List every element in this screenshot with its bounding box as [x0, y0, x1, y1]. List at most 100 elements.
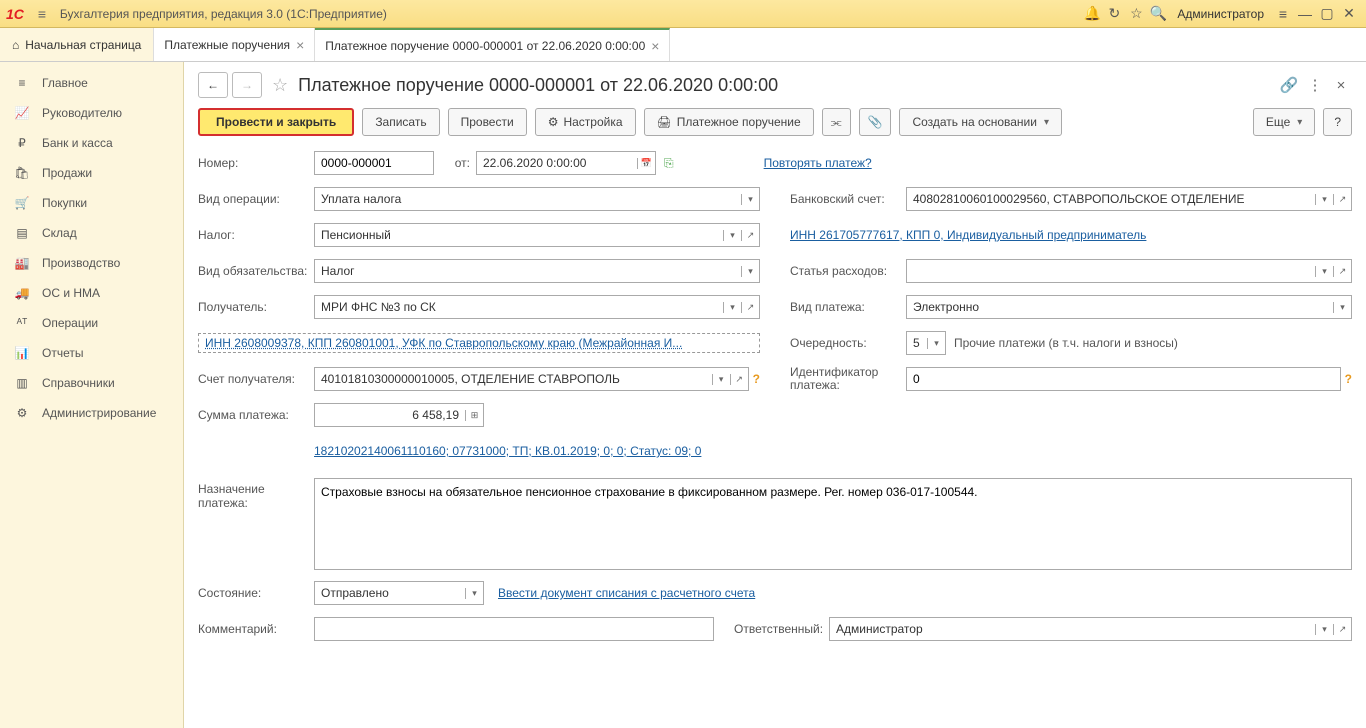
op-type-label: Вид операции:: [198, 192, 314, 206]
link-icon[interactable]: 🔗: [1278, 76, 1300, 94]
sidebar-item-label: Склад: [42, 226, 77, 240]
sidebar-item[interactable]: 📈Руководителю: [0, 98, 183, 128]
priority-text: Прочие платежи (в т.ч. налоги и взносы): [954, 336, 1178, 350]
close-icon[interactable]: ×: [296, 37, 304, 53]
sidebar-item[interactable]: 🛒 Покупки: [0, 188, 183, 218]
sidebar-item[interactable]: 📊Отчеты: [0, 338, 183, 368]
sidebar-item[interactable]: 🛍Продажи: [0, 158, 183, 188]
sidebar-item[interactable]: ᴬᵀ Операции: [0, 308, 183, 338]
state-select[interactable]: Отправлено▾: [314, 581, 484, 605]
pay-id-label: Идентификатор платежа:: [790, 366, 906, 392]
pay-id-input[interactable]: [906, 367, 1341, 391]
tab-payment-order-doc[interactable]: Платежное поручение 0000-000001 от 22.06…: [315, 28, 670, 61]
tab-payment-orders[interactable]: Платежные поручения ×: [154, 28, 315, 61]
date-input[interactable]: 22.06.2020 0:00:00 📅: [476, 151, 656, 175]
sidebar-item[interactable]: ⚙Администрирование: [0, 398, 183, 428]
purpose-textarea[interactable]: [314, 478, 1352, 570]
inn-link[interactable]: ИНН 261705777617, КПП 0, Индивидуальный …: [790, 228, 1146, 242]
sidebar: ≡Главное📈Руководителю₽Банк и касса🛍Прода…: [0, 62, 184, 728]
favorite-icon[interactable]: ☆: [272, 75, 288, 96]
user-label[interactable]: Администратор: [1177, 7, 1264, 21]
chevron-down-icon: ▾: [1315, 624, 1333, 635]
responsible-select[interactable]: Администратор▾↗: [829, 617, 1352, 641]
filter-icon[interactable]: ≡: [1272, 6, 1294, 22]
close-icon[interactable]: ✕: [1338, 5, 1360, 22]
sidebar-item[interactable]: ▤Склад: [0, 218, 183, 248]
structure-button[interactable]: ⫘: [822, 108, 851, 136]
tab-home[interactable]: ⌂ Начальная страница: [0, 28, 154, 61]
expense-select[interactable]: ▾↗: [906, 259, 1352, 283]
star-icon[interactable]: ☆: [1125, 5, 1147, 22]
op-type-select[interactable]: Уплата налога▾: [314, 187, 760, 211]
chevron-down-icon: ▾: [1315, 266, 1333, 277]
priority-select[interactable]: 5▾: [906, 331, 946, 355]
sidebar-item-label: Покупки: [42, 196, 87, 210]
sidebar-icon: 🛒: [14, 196, 30, 210]
purpose-label: Назначение платежа:: [198, 478, 314, 510]
amount-input[interactable]: 6 458,19⊞: [314, 403, 484, 427]
recip-acc-select[interactable]: 40101810300000010005, ОТДЕЛЕНИЕ СТАВРОПО…: [314, 367, 749, 391]
amount-label: Сумма платежа:: [198, 408, 314, 422]
forward-button[interactable]: →: [232, 72, 262, 98]
help-button[interactable]: ?: [1323, 108, 1352, 136]
kbk-link[interactable]: 18210202140061110160; 07731000; ТП; КВ.0…: [314, 444, 701, 458]
open-icon: ↗: [741, 302, 759, 313]
number-input[interactable]: [314, 151, 434, 175]
chevron-down-icon: ▾: [741, 194, 759, 205]
settings-button[interactable]: ⚙Настройка: [535, 108, 636, 136]
sidebar-item[interactable]: ≡Главное: [0, 68, 183, 98]
sidebar-icon: 🚚: [14, 286, 30, 300]
save-button[interactable]: Записать: [362, 108, 439, 136]
back-button[interactable]: ←: [198, 72, 228, 98]
help-icon[interactable]: ?: [753, 372, 760, 386]
from-label: от:: [440, 156, 470, 170]
chevron-down-icon: ▾: [1044, 117, 1049, 128]
sidebar-item[interactable]: ₽Банк и касса: [0, 128, 183, 158]
more-button[interactable]: Еще▾: [1253, 108, 1315, 136]
recipient-label: Получатель:: [198, 300, 314, 314]
post-and-close-button[interactable]: Провести и закрыть: [198, 108, 354, 136]
sidebar-icon: ᴬᵀ: [14, 316, 30, 330]
main-content: ← → ☆ Платежное поручение 0000-000001 от…: [184, 62, 1366, 728]
bank-acc-select[interactable]: 40802810060100029560, СТАВРОПОЛЬСКОЕ ОТД…: [906, 187, 1352, 211]
chevron-down-icon: ▾: [465, 588, 483, 599]
sidebar-item-label: Главное: [42, 76, 88, 90]
obligation-select[interactable]: Налог▾: [314, 259, 760, 283]
sidebar-item[interactable]: 🏭Производство: [0, 248, 183, 278]
open-icon: ↗: [1333, 624, 1351, 635]
bell-icon[interactable]: 🔔: [1081, 5, 1103, 22]
more-icon[interactable]: ⋮: [1304, 76, 1326, 94]
enter-writeoff-link[interactable]: Ввести документ списания с расчетного сч…: [498, 586, 755, 600]
menu-icon[interactable]: ≡: [32, 6, 52, 22]
gear-icon: ⚙: [548, 115, 559, 129]
comment-input[interactable]: [314, 617, 714, 641]
priority-label: Очередность:: [790, 336, 906, 350]
sidebar-item[interactable]: ▥Справочники: [0, 368, 183, 398]
minimize-icon[interactable]: —: [1294, 6, 1316, 22]
maximize-icon[interactable]: ▢: [1316, 5, 1338, 22]
status-icon[interactable]: ⎘: [664, 156, 674, 171]
post-button[interactable]: Провести: [448, 108, 527, 136]
close-icon[interactable]: ×: [1330, 77, 1352, 94]
search-icon[interactable]: 🔍: [1147, 5, 1169, 22]
chevron-down-icon: ▾: [1297, 117, 1302, 128]
attach-button[interactable]: 📎: [859, 108, 892, 136]
sidebar-item[interactable]: 🚚ОС и НМА: [0, 278, 183, 308]
responsible-label: Ответственный:: [734, 622, 823, 636]
sidebar-item-label: Руководителю: [42, 106, 122, 120]
history-icon[interactable]: ↻: [1103, 5, 1125, 22]
pay-type-select[interactable]: Электронно▾: [906, 295, 1352, 319]
create-based-button[interactable]: Создать на основании▾: [899, 108, 1062, 136]
help-icon[interactable]: ?: [1345, 372, 1352, 386]
repeat-payment-link[interactable]: Повторять платеж?: [764, 156, 872, 170]
tax-select[interactable]: Пенсионный▾↗: [314, 223, 760, 247]
recipient-inn-link[interactable]: ИНН 2608009378, КПП 260801001, УФК по Ст…: [198, 333, 760, 353]
title-bar: 1C ≡ Бухгалтерия предприятия, редакция 3…: [0, 0, 1366, 28]
sidebar-item-label: Операции: [42, 316, 98, 330]
chevron-down-icon: ▾: [927, 338, 945, 349]
tab-label: Платежное поручение 0000-000001 от 22.06…: [325, 39, 645, 53]
print-button[interactable]: 🖨Платежное поручение: [644, 108, 814, 136]
calendar-icon[interactable]: 📅: [637, 158, 655, 169]
recipient-select[interactable]: МРИ ФНС №3 по СК▾↗: [314, 295, 760, 319]
close-icon[interactable]: ×: [651, 38, 659, 54]
